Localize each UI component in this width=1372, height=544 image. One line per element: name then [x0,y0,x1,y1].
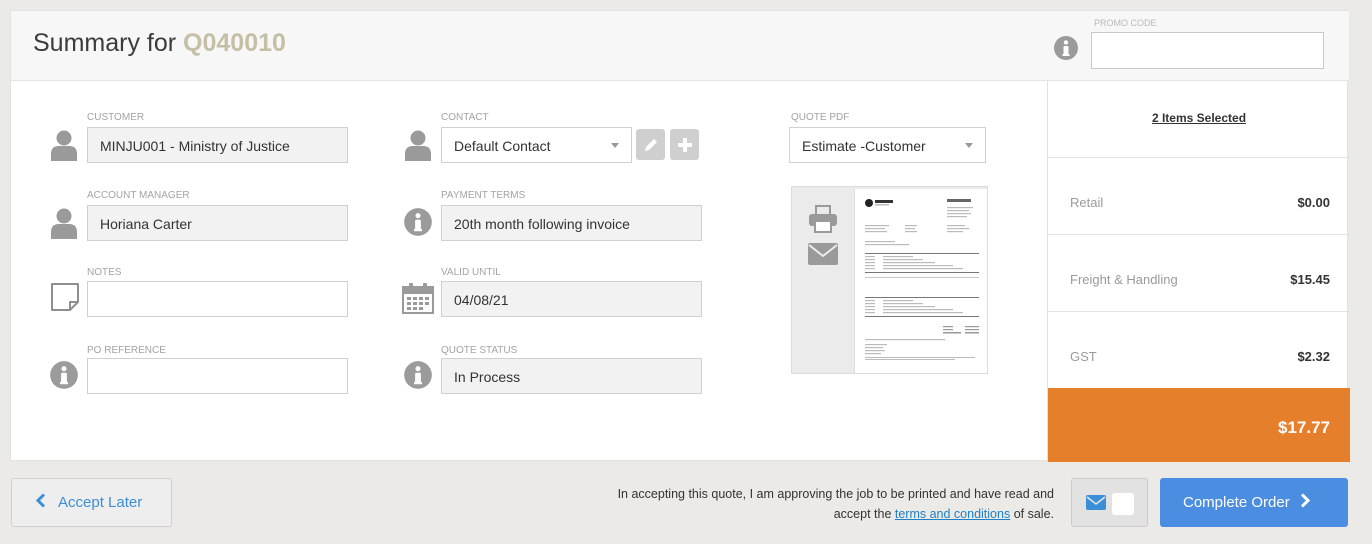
email-confirmation-toggle[interactable] [1071,478,1148,527]
chevron-right-icon [1300,493,1310,512]
complete-order-label: Complete Order [1183,494,1290,511]
accept-later-label: Accept Later [58,494,143,511]
pencil-icon [644,138,657,151]
valid-until-field[interactable]: 04/08/21 [441,281,702,317]
gst-value: $2.32 [1297,349,1330,364]
quote-pdf-selected-value: Estimate -Customer [802,138,926,154]
po-reference-input[interactable] [87,358,348,394]
quote-number: Q040010 [183,29,286,57]
envelope-icon[interactable] [808,243,838,270]
summary-row-gst: GST $2.32 [1048,312,1350,389]
plus-icon [677,137,692,152]
account-manager-field[interactable]: Horiana Carter [87,205,348,241]
terms-text: In accepting this quote, I am approving … [584,484,1054,524]
quote-summary-card: Summary for Q040010 PROMO CODE CUSTOMER … [10,10,1350,462]
notes-input[interactable] [87,281,348,317]
summary-row-retail: Retail $0.00 [1048,158,1350,235]
terms-text-after: of sale. [1010,507,1054,521]
quote-document-thumbnail[interactable] [854,189,987,373]
info-icon [49,360,79,395]
complete-order-button[interactable]: Complete Order [1160,478,1348,527]
calendar-icon [402,282,434,319]
title-prefix: Summary for [33,29,177,57]
gst-label: GST [1070,349,1097,364]
freight-label: Freight & Handling [1070,272,1178,287]
payment-terms-label: PAYMENT TERMS [441,190,526,201]
order-summary-panel: 2 Items Selected Retail $0.00 Freight & … [1047,81,1350,462]
po-reference-label: PO REFERENCE [87,345,166,356]
summary-header: Summary for Q040010 PROMO CODE [11,11,1349,81]
chevron-left-icon [35,493,46,512]
terms-and-conditions-link[interactable]: terms and conditions [895,507,1010,521]
printer-icon[interactable] [808,205,838,238]
notes-label: NOTES [87,267,122,278]
summary-total: $17.77 [1048,388,1350,462]
total-value: $17.77 [1278,418,1330,437]
envelope-icon [1086,495,1106,515]
payment-terms-field[interactable]: 20th month following invoice [441,205,702,241]
info-icon [403,207,433,242]
email-confirmation-checkbox[interactable] [1112,493,1134,515]
person-icon [405,129,431,166]
chevron-down-icon [611,143,619,148]
note-icon [50,282,80,317]
accept-later-button[interactable]: Accept Later [11,478,172,527]
person-icon [51,129,77,166]
freight-value: $15.45 [1290,272,1330,287]
quote-status-label: QUOTE STATUS [441,345,518,356]
pdf-preview-panel [791,186,988,374]
person-icon [51,207,77,244]
account-manager-label: ACCOUNT MANAGER [87,190,190,201]
contact-select[interactable]: Default Contact [441,127,632,163]
quote-status-field[interactable]: In Process [441,358,702,394]
summary-row-freight: Freight & Handling $15.45 [1048,235,1350,312]
contact-label: CONTACT [441,112,489,123]
promo-code-label: PROMO CODE [1094,18,1157,28]
contact-selected-value: Default Contact [454,138,551,154]
quote-pdf-label: QUOTE PDF [791,112,850,123]
valid-until-label: VALID UNTIL [441,267,501,278]
retail-label: Retail [1070,195,1104,210]
info-icon [403,360,433,395]
add-contact-button[interactable] [670,129,699,160]
promo-code-input[interactable] [1091,32,1324,69]
items-selected-link[interactable]: 2 Items Selected [1048,81,1350,158]
customer-label: CUSTOMER [87,112,145,123]
edit-contact-button[interactable] [636,129,665,160]
info-icon [1053,35,1079,66]
chevron-down-icon [965,143,973,148]
retail-value: $0.00 [1297,195,1330,210]
customer-field[interactable]: MINJU001 - Ministry of Justice [87,127,348,163]
quote-pdf-select[interactable]: Estimate -Customer [789,127,986,163]
page-title: Summary for Q040010 [33,29,286,58]
